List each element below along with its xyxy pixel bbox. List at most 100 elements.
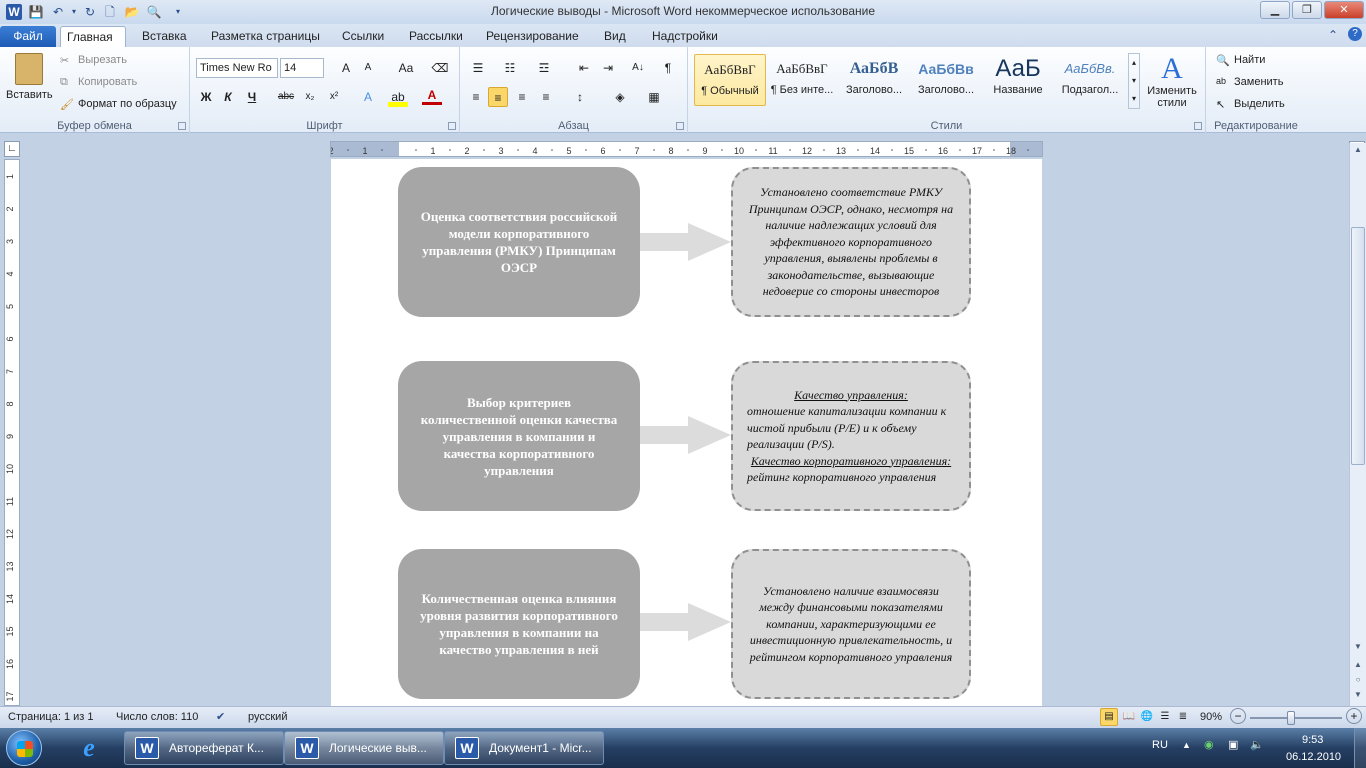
help-icon[interactable]: ? (1348, 27, 1362, 41)
bullets-icon[interactable]: ☰ (468, 58, 488, 78)
italic-button[interactable]: К (218, 87, 238, 107)
text-effects-icon[interactable]: A (358, 87, 378, 107)
find-button[interactable]: Найти (1234, 54, 1265, 66)
taskbar-item-1[interactable]: W Автореферат К... (124, 731, 284, 765)
draft-icon[interactable]: ≣ (1174, 708, 1192, 726)
cut-button[interactable]: Вырезать (78, 54, 127, 66)
horizontal-ruler[interactable]: 21123456789101112131415161718 (330, 141, 1043, 157)
network-status-icon[interactable]: ◉ (1204, 738, 1214, 751)
style-heading1[interactable]: АаБбВ Заголово... (838, 54, 910, 106)
show-desktop-button[interactable] (1354, 728, 1366, 768)
highlight-icon[interactable]: ab (388, 87, 408, 107)
tab-mailings[interactable]: Рассылки (403, 26, 469, 47)
document-page[interactable]: Оценка соответствия российской модели ко… (331, 159, 1042, 706)
sort-icon[interactable]: A↓ (628, 58, 648, 78)
strikethrough-button[interactable]: abc (276, 87, 296, 107)
show-hidden-icons-icon[interactable]: ▲ (1182, 740, 1191, 750)
font-name-field[interactable]: Times New Ro (196, 58, 278, 78)
vertical-scrollbar[interactable]: ▲ ▼ ▲ ○ ▼ (1349, 143, 1366, 706)
language[interactable]: русский (248, 711, 287, 723)
multilevel-list-icon[interactable]: ☲ (534, 58, 554, 78)
style-normal[interactable]: АаБбВвГ ¶ Обычный (694, 54, 766, 106)
bold-button[interactable]: Ж (196, 87, 216, 107)
clock-date[interactable]: 06.12.2010 (1286, 751, 1341, 763)
align-left-icon[interactable]: ≡ (466, 87, 486, 107)
align-right-icon[interactable]: ≡ (512, 87, 532, 107)
line-spacing-icon[interactable]: ↕ (570, 87, 590, 107)
zoom-in-icon[interactable]: + (1346, 708, 1362, 724)
clipboard-launcher-icon[interactable] (178, 122, 186, 130)
maximize-button[interactable]: ❐ (1292, 1, 1322, 19)
scroll-down-icon[interactable]: ▼ (1351, 640, 1365, 654)
tab-addins[interactable]: Надстройки (646, 26, 724, 47)
tab-home[interactable]: Главная (60, 26, 126, 47)
outline-icon[interactable]: ☰ (1156, 708, 1174, 726)
show-formatting-icon[interactable]: ¶ (658, 58, 678, 78)
page-count[interactable]: Страница: 1 из 1 (8, 711, 94, 723)
tab-page-layout[interactable]: Разметка страницы (205, 26, 326, 47)
change-case-icon[interactable]: Aa (392, 58, 420, 78)
justify-icon[interactable]: ≡ (536, 87, 556, 107)
format-painter-button[interactable]: Формат по образцу (78, 98, 177, 110)
align-center-icon[interactable]: ≡ (488, 87, 508, 107)
volume-icon[interactable]: 🔈 (1250, 738, 1264, 751)
borders-icon[interactable]: ▦ (644, 87, 664, 107)
styles-launcher-icon[interactable] (1194, 122, 1202, 130)
superscript-icon[interactable]: x² (324, 87, 344, 107)
close-button[interactable]: ✕ (1324, 1, 1364, 19)
copy-button[interactable]: Копировать (78, 76, 137, 88)
font-launcher-icon[interactable] (448, 122, 456, 130)
zoom-slider-thumb[interactable] (1287, 711, 1295, 725)
proofing-icon[interactable]: ✔ (216, 710, 225, 723)
tab-file[interactable]: Файл (0, 26, 56, 47)
print-layout-icon[interactable]: ▤ (1100, 708, 1118, 726)
style-title[interactable]: АаБ Название (982, 54, 1054, 106)
device-icon[interactable]: ▣ (1228, 738, 1238, 751)
minimize-button[interactable]: ▁ (1260, 1, 1290, 19)
previous-page-icon[interactable]: ▲ (1351, 658, 1365, 672)
zoom-out-icon[interactable]: − (1230, 708, 1246, 724)
internet-explorer-icon[interactable]: e (68, 732, 110, 764)
grow-font-icon[interactable]: A (336, 58, 356, 78)
subscript-icon[interactable]: x₂ (300, 87, 320, 107)
taskbar-item-2[interactable]: W Логические выв... (284, 731, 444, 765)
change-styles-button[interactable]: A Изменить стили (1144, 53, 1200, 113)
vertical-ruler[interactable]: 1 2 3 4 5 6 7 8 9 10 11 12 13 14 15 16 17 (4, 159, 20, 706)
zoom-level[interactable]: 90% (1200, 711, 1222, 723)
style-no-spacing[interactable]: АаБбВвГ ¶ Без инте... (766, 54, 838, 106)
paste-button[interactable]: Вставить (6, 51, 53, 115)
minimize-ribbon-icon[interactable]: ⌃ (1328, 28, 1338, 42)
zoom-slider-track[interactable] (1250, 717, 1342, 719)
word-count[interactable]: Число слов: 110 (116, 711, 198, 723)
tab-references[interactable]: Ссылки (336, 26, 390, 47)
underline-button[interactable]: Ч (242, 87, 262, 107)
web-layout-icon[interactable]: 🌐 (1138, 708, 1156, 726)
style-subtitle[interactable]: АаБбВв. Подзагол... (1054, 54, 1126, 106)
tab-selector-icon[interactable]: ∟ (4, 141, 20, 157)
styles-scroll-icon[interactable]: ▴ ▾ ▾ (1128, 53, 1140, 109)
next-page-icon[interactable]: ▼ (1351, 688, 1365, 702)
style-heading2[interactable]: АаБбВв Заголово... (910, 54, 982, 106)
select-button[interactable]: Выделить (1234, 98, 1285, 110)
browse-object-icon[interactable]: ○ (1351, 673, 1365, 687)
scroll-thumb[interactable] (1351, 227, 1365, 465)
clear-formatting-icon[interactable]: ⌫ (430, 58, 450, 78)
shading-icon[interactable]: ◈ (610, 87, 630, 107)
start-button[interactable] (6, 730, 42, 766)
numbering-icon[interactable]: ☷ (500, 58, 520, 78)
full-screen-reading-icon[interactable]: 📖 (1120, 708, 1138, 726)
replace-button[interactable]: Заменить (1234, 76, 1283, 88)
scroll-up-icon[interactable]: ▲ (1351, 143, 1365, 157)
font-color-icon[interactable]: A (422, 87, 442, 105)
input-language[interactable]: RU (1152, 739, 1168, 751)
font-size-field[interactable]: 14 (280, 58, 324, 78)
shrink-font-icon[interactable]: A (358, 58, 378, 78)
decrease-indent-icon[interactable]: ⇤ (574, 58, 594, 78)
increase-indent-icon[interactable]: ⇥ (598, 58, 618, 78)
clock-time[interactable]: 9:53 (1302, 734, 1323, 746)
tab-insert[interactable]: Вставка (136, 26, 193, 47)
taskbar-item-3[interactable]: W Документ1 - Micr... (444, 731, 604, 765)
tab-review[interactable]: Рецензирование (480, 26, 585, 47)
tab-view[interactable]: Вид (598, 26, 632, 47)
paragraph-launcher-icon[interactable] (676, 122, 684, 130)
